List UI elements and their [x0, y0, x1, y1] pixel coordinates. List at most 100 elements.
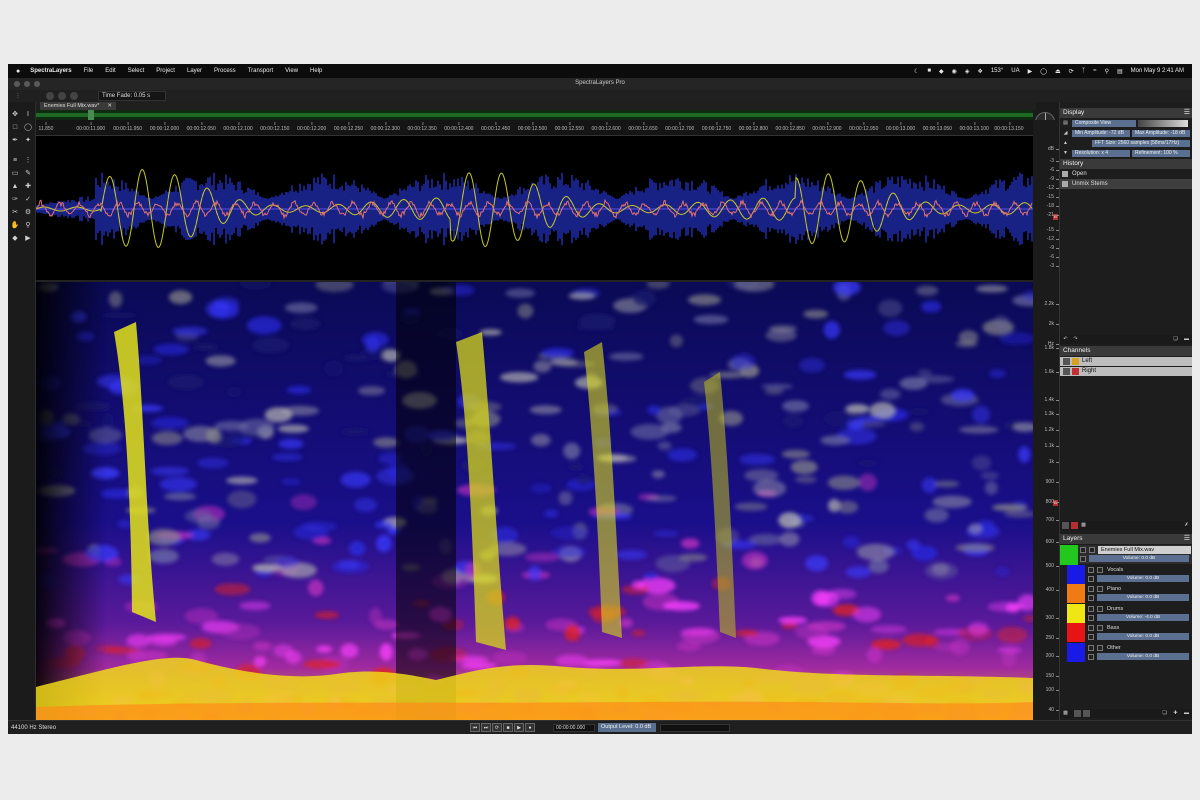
menu-icon[interactable]: ☰ — [1184, 108, 1190, 118]
channel-right[interactable]: Right — [1060, 367, 1192, 376]
rect-select-tool-icon[interactable]: □ — [10, 123, 20, 132]
status-lock-icon[interactable]: ■ — [927, 68, 931, 74]
composite-view-button[interactable]: Composite View — [1072, 120, 1136, 127]
menu-layer[interactable]: Layer — [187, 68, 202, 74]
layer-lock-icon[interactable] — [1097, 625, 1103, 632]
clock[interactable]: Mon May 9 2:41 AM — [1131, 68, 1184, 74]
menu-select[interactable]: Select — [128, 68, 145, 74]
layer-visibility-icon[interactable] — [1088, 605, 1094, 612]
clone-tool-icon[interactable]: ⚙ — [23, 208, 33, 217]
record-icon[interactable]: ● — [525, 723, 535, 732]
spectrogram-view[interactable] — [36, 282, 1033, 720]
heal-tool-icon[interactable]: ✚ — [23, 182, 33, 191]
layer-lock-icon[interactable] — [1083, 710, 1090, 717]
layer-color-swatch[interactable] — [1060, 545, 1078, 565]
channel-color-icon[interactable] — [1072, 358, 1079, 365]
layer-name[interactable]: Enemies Full Mix.wav — [1098, 546, 1191, 554]
menu-transport[interactable]: Transport — [248, 68, 273, 74]
menu-app-name[interactable]: SpectraLayers — [30, 68, 71, 74]
layer-visibility-icon[interactable] — [1080, 547, 1086, 553]
layer-row-root[interactable]: Enemies Full Mix.wav Volume: 0.0 dB — [1060, 545, 1192, 565]
menu-file[interactable]: File — [84, 68, 94, 74]
status-volume-icon[interactable]: ◯ — [1040, 68, 1047, 75]
display-view-icon[interactable]: ▤ — [1062, 120, 1069, 127]
timecode-display[interactable]: 00:00:00.000 — [553, 724, 595, 732]
rewind-icon[interactable]: ⏮ — [470, 723, 480, 732]
status-shield-icon[interactable]: ◆ — [939, 68, 944, 75]
layer-visibility-icon[interactable] — [1088, 567, 1094, 573]
channel-color-icon[interactable] — [1072, 368, 1079, 375]
layer-row-drums[interactable]: Drums Volume: -4.0 dB — [1060, 603, 1192, 623]
pen-tool-icon[interactable]: ✑ — [10, 195, 20, 204]
redo-icon[interactable]: ↷ — [1072, 336, 1079, 343]
overview-strip[interactable] — [36, 110, 1033, 120]
pencil-tool-icon[interactable]: ✎ — [23, 169, 33, 178]
layer-row-vocals[interactable]: Vocals Volume: 0.0 dB — [1060, 565, 1192, 584]
speaker-tool-icon[interactable]: ▶ — [23, 234, 33, 243]
search-icon[interactable]: ⚲ — [1105, 68, 1109, 75]
layer-color-swatch[interactable] — [1067, 642, 1085, 662]
overview-handle[interactable] — [88, 110, 94, 120]
status-gauge-icon[interactable]: ◉ — [952, 68, 957, 75]
move-tool-icon[interactable]: ✥ — [10, 110, 20, 119]
toolbar-toggle-1[interactable] — [46, 92, 54, 100]
layer-expand-icon[interactable] — [1088, 614, 1094, 621]
history-item[interactable]: Open — [1060, 169, 1192, 179]
trash-icon[interactable]: ▬ — [1183, 710, 1190, 717]
layer-name[interactable]: Vocals — [1107, 566, 1123, 574]
layer-volume-slider[interactable]: Volume: 0.0 dB — [1097, 594, 1189, 602]
menu-process[interactable]: Process — [214, 68, 236, 74]
layer-volume-slider[interactable]: Volume: 0.0 dB — [1097, 652, 1189, 660]
min-amplitude-field[interactable]: Min Amplitude: -72 dB — [1072, 130, 1130, 137]
wifi-icon[interactable]: ≈ — [1093, 68, 1096, 74]
layer-name[interactable]: Bass — [1107, 624, 1119, 632]
status-moon-icon[interactable]: ☾ — [914, 68, 919, 75]
layer-expand-icon[interactable] — [1088, 634, 1094, 641]
layer-color-swatch[interactable] — [1067, 603, 1085, 623]
status-temp[interactable]: 153° — [991, 68, 1003, 74]
forward-icon[interactable]: ⏭ — [481, 723, 491, 732]
layer-visibility-icon[interactable] — [1074, 710, 1081, 717]
control-center-icon[interactable]: ▤ — [1117, 68, 1123, 75]
layer-lock-icon[interactable] — [1089, 547, 1095, 553]
toolbar-toggle-3[interactable] — [70, 92, 78, 100]
layer-color-swatch[interactable] — [1067, 584, 1085, 604]
play-icon[interactable]: ▶ — [514, 723, 524, 732]
undo-icon[interactable]: ↶ — [1062, 336, 1069, 343]
fft-size-field[interactable]: FFT Size: 2560 samples (58ms/17Hz) — [1092, 140, 1190, 147]
file-tab[interactable]: Enemies Full Mix.wav* ✕ — [40, 102, 116, 110]
apple-icon[interactable]: ● — [16, 68, 20, 75]
layer-name[interactable]: Drums — [1107, 605, 1123, 613]
brush-select-tool-icon[interactable]: ✒ — [10, 136, 20, 145]
menu-project[interactable]: Project — [156, 68, 175, 74]
menu-help[interactable]: Help — [310, 68, 322, 74]
history-item-selected[interactable]: Unmix Stems — [1060, 179, 1192, 189]
layer-visibility-icon[interactable] — [1088, 644, 1094, 651]
dropper-tool-icon[interactable]: ✓ — [23, 195, 33, 204]
channel-split-icon[interactable]: ▩ — [1080, 522, 1087, 529]
menu-icon[interactable]: ☰ — [1184, 534, 1190, 544]
status-dropbox-icon[interactable]: ❖ — [977, 68, 982, 75]
layer-lock-icon[interactable] — [1097, 605, 1103, 612]
resolution-field[interactable]: Resolution: x 4 — [1072, 150, 1130, 157]
time-fade-field[interactable]: Time Fade: 0.05 s — [98, 91, 166, 101]
layer-expand-icon[interactable] — [1088, 576, 1094, 582]
cut-tool-icon[interactable]: ✂ — [10, 208, 20, 217]
channel-merge-icon[interactable]: ✗ — [1183, 522, 1190, 529]
layer-volume-slider[interactable]: Volume: 0.0 dB — [1097, 575, 1189, 582]
layer-visibility-icon[interactable] — [1088, 586, 1094, 593]
layer-mask-icon[interactable]: ▩ — [1062, 710, 1069, 717]
status-input-source[interactable]: UA — [1011, 68, 1019, 74]
frequency-tool-icon[interactable]: ≡ — [10, 156, 20, 165]
duplicate-icon[interactable]: ❏ — [1172, 336, 1179, 343]
layer-row-bass[interactable]: Bass Volume: 0.0 dB — [1060, 623, 1192, 643]
layer-color-swatch[interactable] — [1067, 565, 1085, 584]
zoom-tool-icon[interactable]: ⚲ — [23, 221, 33, 230]
layer-expand-icon[interactable] — [1088, 595, 1094, 602]
layer-lock-icon[interactable] — [1097, 567, 1103, 573]
menu-view[interactable]: View — [285, 68, 298, 74]
new-layer-icon[interactable]: ❏ — [1161, 710, 1168, 717]
output-level-field[interactable]: Output Level: 0.0 dB — [598, 723, 656, 732]
color-map-gradient[interactable] — [1138, 120, 1188, 127]
menu-edit[interactable]: Edit — [105, 68, 115, 74]
